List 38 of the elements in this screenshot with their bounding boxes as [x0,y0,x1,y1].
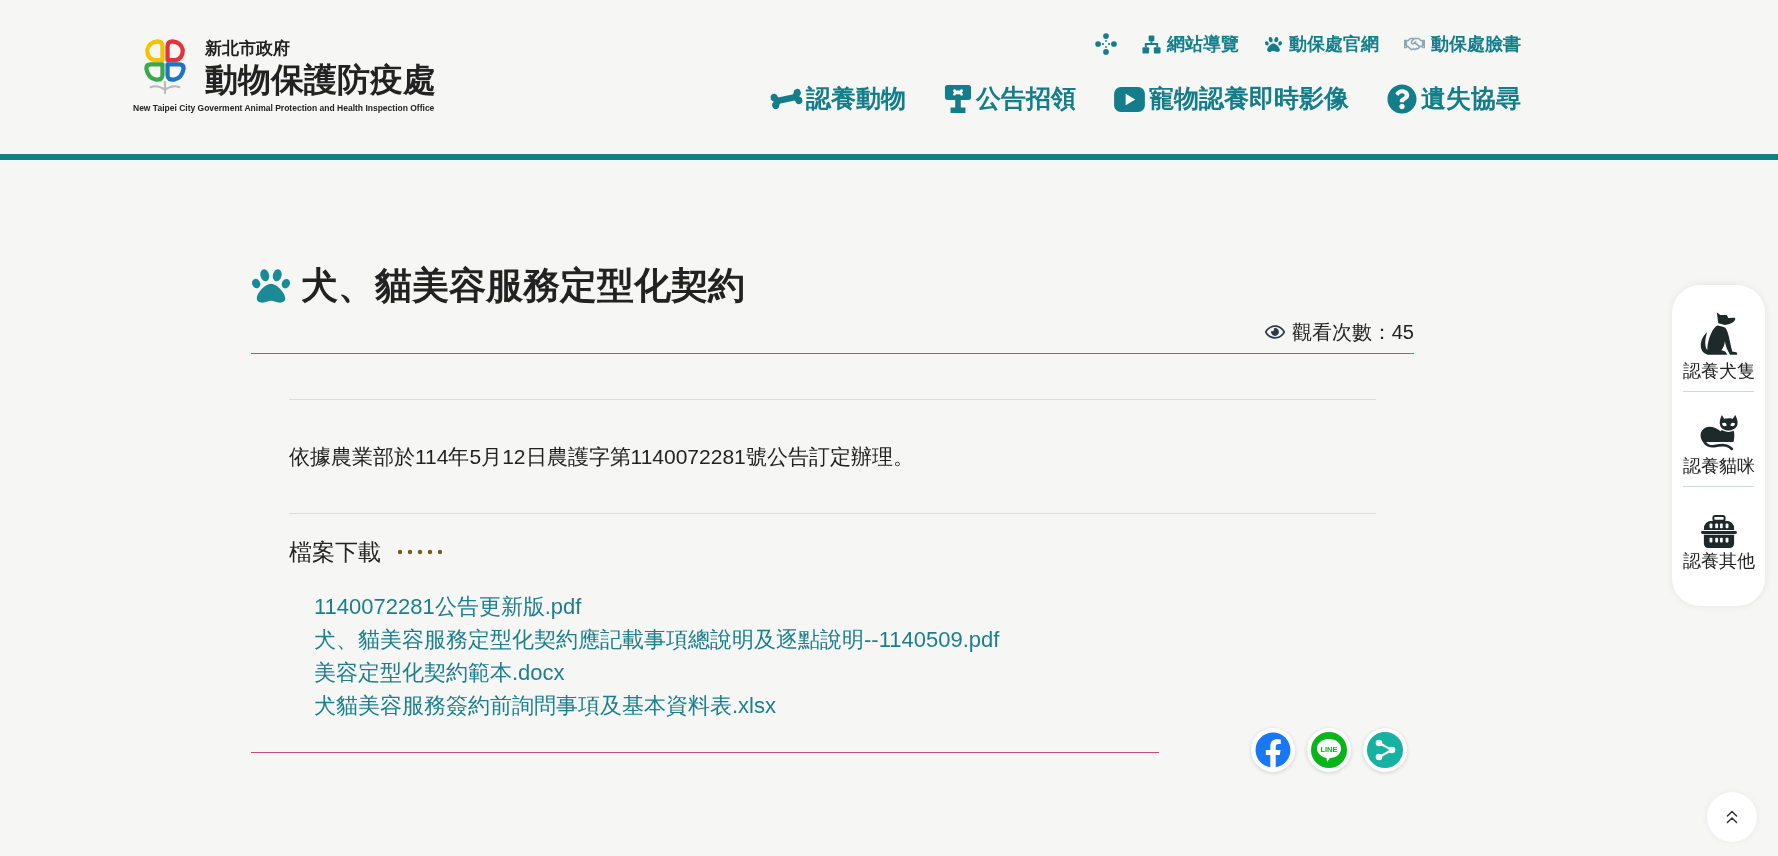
pet-carrier-icon [1699,515,1738,549]
nav-link[interactable]: 認養動物 [771,80,906,118]
article-body: 依據農業部於114年5月12日農護字第1140072281號公告訂定辦理。 [289,444,915,470]
facebook-icon [1255,732,1291,768]
quick-link[interactable]: 認養犬隻 [1682,305,1755,383]
header-link[interactable]: 動保處臉書 [1404,30,1521,58]
four-dots-icon [1095,33,1117,55]
paw-icon [1264,35,1283,53]
quick-link[interactable]: 認養其他 [1682,495,1755,573]
file-link[interactable]: 美容定型化契約範本.docx [314,656,565,689]
dotted-leader-icon [395,549,445,555]
view-count: 觀看次數：45 [1291,320,1414,345]
header-link[interactable]: 動保處官網 [1264,30,1379,58]
nav-link[interactable]: 公告招領 [944,80,1076,118]
nav-link[interactable]: 寵物認養即時影像 [1114,80,1349,118]
scroll-to-top-button[interactable] [1707,792,1757,842]
video-play-icon [1114,86,1145,112]
signboard-icon [944,84,972,114]
agency-name: 新北市政府 [205,38,291,60]
sitemap-icon [1142,34,1161,54]
article-title: 犬、貓美容服務定型化契約 [301,264,745,308]
share-icon [1367,732,1403,768]
file-link[interactable]: 犬貓美容服務簽約前詢問事項及基本資料表.xlsx [314,689,776,722]
question-icon [1387,84,1417,114]
flower-logo-icon [143,36,187,96]
header-link[interactable]: 網站導覽 [1142,30,1239,58]
paw-icon [251,267,291,305]
office-name: 動物保護防疫處 [205,60,436,100]
facebook-share-button[interactable] [1251,728,1295,772]
office-english-name: New Taipei City Goverment Animal Protection and Health Inspection Office [133,102,436,114]
nav-link[interactable]: 遺失協尋 [1387,80,1521,118]
handshake-icon [1404,35,1425,53]
quick-link[interactable]: 認養貓咪 [1682,400,1755,478]
downloads-heading: 檔案下載 [289,538,381,567]
file-link[interactable]: 1140072281公告更新版.pdf [314,590,582,623]
file-link[interactable]: 犬、貓美容服務定型化契約應記載事項總說明及逐點說明--1140509.pdf [314,623,1000,656]
eye-icon [1263,323,1286,341]
share-button[interactable] [1363,728,1407,772]
